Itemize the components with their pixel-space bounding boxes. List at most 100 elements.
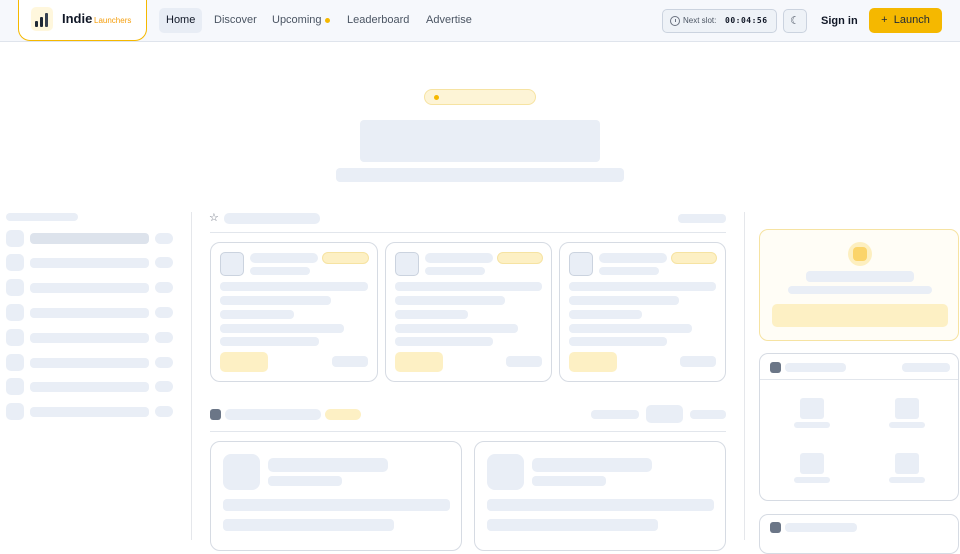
featured-card-skeleton[interactable] xyxy=(210,242,378,382)
nav-home-label: Home xyxy=(166,14,196,26)
card-subtitle-skeleton xyxy=(268,476,342,486)
card-logo-skeleton xyxy=(487,454,524,490)
promo-card-skeleton[interactable] xyxy=(759,229,959,341)
card-text-skeleton xyxy=(395,282,542,291)
nav-advertise[interactable]: Advertise xyxy=(419,8,479,33)
stat-value-skeleton xyxy=(800,398,824,419)
brand-sub: Launchers xyxy=(94,16,132,25)
card-text-skeleton xyxy=(395,310,468,319)
brand-logo[interactable]: Indie Launchers xyxy=(18,0,147,41)
card-text-skeleton xyxy=(395,296,505,305)
stat-label-skeleton xyxy=(794,422,830,428)
card-icon xyxy=(770,522,781,533)
card-text-skeleton xyxy=(220,310,294,319)
filter-skeleton[interactable] xyxy=(646,405,683,423)
sidebar-item-skeleton-label xyxy=(30,233,149,244)
card-meta-skeleton xyxy=(506,356,542,367)
badge-dot xyxy=(434,95,439,100)
product-card-skeleton[interactable] xyxy=(474,441,726,551)
card-badge-skeleton xyxy=(671,252,717,264)
nav-home[interactable]: Home xyxy=(159,8,203,33)
card-subtitle-skeleton xyxy=(599,267,659,275)
card-text-skeleton xyxy=(223,499,450,511)
card-text-skeleton xyxy=(569,296,679,305)
section-divider xyxy=(210,431,726,432)
card-text-skeleton xyxy=(487,499,714,511)
sidebar-item-skeleton xyxy=(6,354,24,371)
card-logo-skeleton xyxy=(395,252,419,276)
sidebar-item-skeleton-label xyxy=(30,258,149,268)
sidebar-item-skeleton xyxy=(6,329,24,346)
rocket-icon xyxy=(31,7,53,31)
sidebar-item-skeleton-count xyxy=(155,307,173,318)
nav-upcoming-label: Upcoming xyxy=(272,14,322,26)
column-divider xyxy=(744,212,745,540)
card-text-skeleton xyxy=(220,282,368,291)
top-nav-bar: Indie Launchers Home Discover Upcoming L… xyxy=(0,0,960,42)
stats-action-skeleton xyxy=(902,363,950,372)
stats-icon xyxy=(770,362,781,373)
launch-button[interactable]: + Launch xyxy=(869,8,942,33)
theme-toggle-button[interactable]: ☾ xyxy=(783,9,807,33)
nav-upcoming[interactable]: Upcoming xyxy=(265,8,337,33)
sign-in-button[interactable]: Sign in xyxy=(813,9,866,33)
promo-title-skeleton xyxy=(806,271,914,282)
sidebar-item-skeleton-count xyxy=(155,233,173,244)
sidebar-item-skeleton xyxy=(6,254,24,271)
card-title-skeleton xyxy=(250,253,318,263)
featured-card-skeleton[interactable] xyxy=(559,242,726,382)
sidebar-item-skeleton-count xyxy=(155,357,173,368)
nav-discover[interactable]: Discover xyxy=(207,8,264,33)
sidebar-item-skeleton-count xyxy=(155,381,173,392)
card-title-skeleton xyxy=(425,253,493,263)
card-subtitle-skeleton xyxy=(532,476,606,486)
card-subtitle-skeleton xyxy=(425,267,485,275)
card-button-skeleton xyxy=(220,352,268,372)
promo-text-skeleton xyxy=(788,286,932,294)
star-icon: ☆ xyxy=(209,212,219,224)
stats-title-skeleton xyxy=(785,363,846,372)
sidebar-item-skeleton xyxy=(6,279,24,296)
section-badge-skeleton xyxy=(325,409,361,420)
stats-divider xyxy=(760,379,958,380)
card-badge-skeleton xyxy=(497,252,543,264)
stat-label-skeleton xyxy=(889,422,925,428)
card-text-skeleton xyxy=(395,337,493,346)
clock-icon xyxy=(670,16,680,26)
sidebar-card-skeleton xyxy=(759,514,959,554)
card-title-skeleton xyxy=(268,458,388,472)
sidebar-item-skeleton-label xyxy=(30,333,149,343)
sidebar-item-skeleton-count xyxy=(155,406,173,417)
card-logo-skeleton xyxy=(220,252,244,276)
section-icon xyxy=(210,409,221,420)
stat-value-skeleton xyxy=(800,453,824,474)
card-button-skeleton xyxy=(569,352,617,372)
card-text-skeleton xyxy=(395,324,518,333)
featured-card-skeleton[interactable] xyxy=(385,242,552,382)
card-meta-skeleton xyxy=(332,356,368,367)
sidebar-item-skeleton-label xyxy=(30,283,149,293)
card-text-skeleton xyxy=(220,324,344,333)
card-text-skeleton xyxy=(223,519,394,531)
product-card-skeleton[interactable] xyxy=(210,441,462,551)
stat-label-skeleton xyxy=(794,477,830,483)
nav-leaderboard[interactable]: Leaderboard xyxy=(340,8,416,33)
section-action-skeleton xyxy=(678,214,726,223)
filter-skeleton[interactable] xyxy=(591,410,639,419)
card-text-skeleton xyxy=(569,282,716,291)
hero-title-skeleton xyxy=(360,120,600,162)
stat-value-skeleton xyxy=(895,453,919,474)
sidebar-item-skeleton-count xyxy=(155,257,173,268)
card-text-skeleton xyxy=(220,296,331,305)
sidebar-item-skeleton-count xyxy=(155,332,173,343)
card-text-skeleton xyxy=(487,519,658,531)
stat-label-skeleton xyxy=(889,477,925,483)
card-logo-skeleton xyxy=(569,252,593,276)
card-title-skeleton xyxy=(785,523,857,532)
card-text-skeleton xyxy=(569,324,692,333)
filter-skeleton[interactable] xyxy=(690,410,726,419)
card-text-skeleton xyxy=(569,337,667,346)
launch-label: Launch xyxy=(893,14,930,26)
sidebar-heading-skeleton xyxy=(6,213,78,221)
plus-icon: + xyxy=(881,14,888,26)
